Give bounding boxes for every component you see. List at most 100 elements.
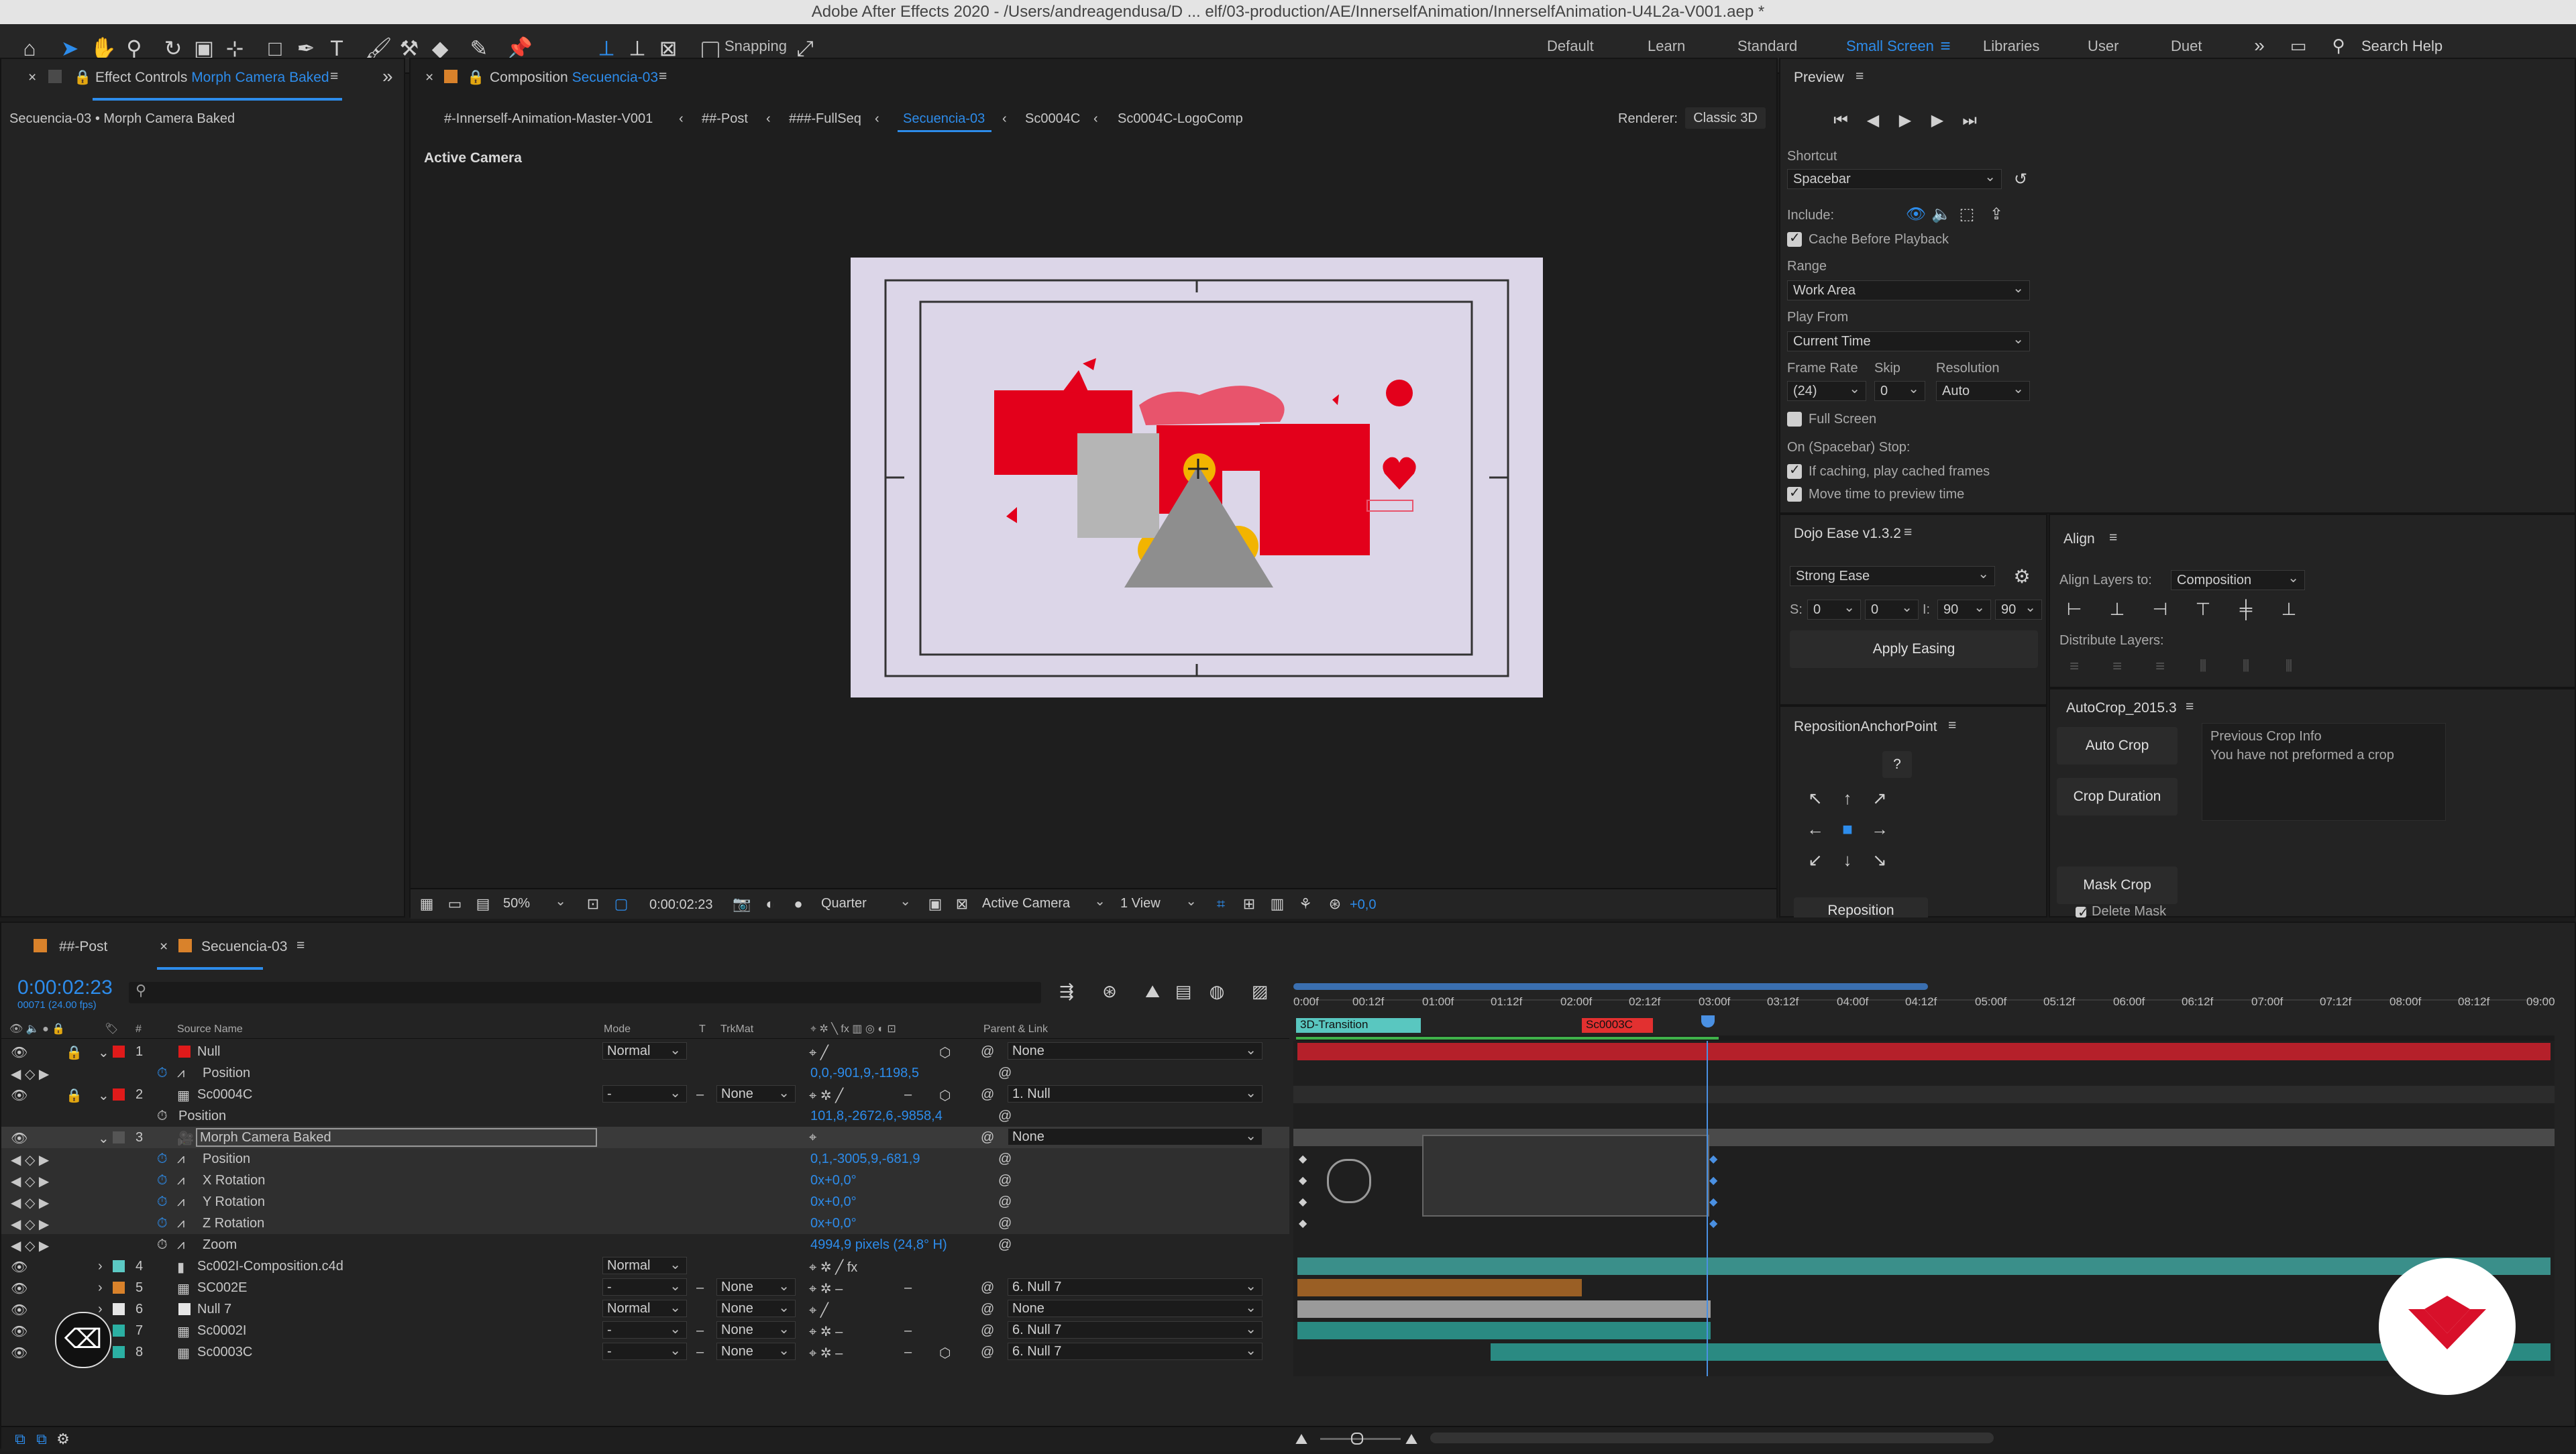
align-to-dropdown[interactable]: Composition xyxy=(2171,569,2305,590)
last-frame-icon[interactable]: ⏭ xyxy=(1955,106,1984,135)
snapshot-icon[interactable]: 📷 xyxy=(727,889,757,919)
transparency-grid-icon[interactable]: ▣ xyxy=(920,889,950,919)
vr-toggle-icon[interactable]: ▭ xyxy=(440,889,470,919)
layer-row[interactable]: 👁 › 4 ▮ Sc002I-Composition.c4d Normal ⌖ … xyxy=(1,1255,1289,1277)
mask-visibility-icon[interactable]: ▤ xyxy=(468,889,498,919)
magnification-dropdown[interactable]: 50% xyxy=(498,893,572,914)
shortcut-dropdown[interactable]: Spacebar xyxy=(1787,168,2002,189)
channel-icon[interactable]: ● xyxy=(784,889,813,919)
layer-switches-icon[interactable]: ⌖ ✲ – xyxy=(809,1280,843,1297)
breadcrumb-item[interactable]: #-Innerself-Animation-Master-V001 xyxy=(444,111,653,127)
breadcrumb-item[interactable]: ###-FullSeq xyxy=(789,111,861,127)
layer-row[interactable]: 👁 🔒 ⌄ 2 ▦ Sc0004C - – None ⌖ ✲ ╱ – ⬡ @ 1… xyxy=(1,1084,1289,1105)
anchor-left-icon[interactable]: ← xyxy=(1801,814,1830,844)
full-screen-checkbox[interactable] xyxy=(1787,412,1802,427)
parent-dropdown[interactable]: None xyxy=(1008,1299,1263,1317)
distribute-left-icon[interactable]: ⦀ xyxy=(2188,652,2218,681)
layer-name[interactable]: Null xyxy=(197,1044,220,1060)
apply-easing-button[interactable]: Apply Easing xyxy=(1790,630,2038,668)
property-row[interactable]: ◀ ◇ ▶ ⏱ ⩘ Zoom 4994,9 pixels (24,8° H) @ xyxy=(1,1234,1289,1255)
pick-whip-icon[interactable]: @ xyxy=(981,1044,994,1060)
shy-layers-icon[interactable]: ⛰ xyxy=(1138,976,1167,1006)
expand-arrow-icon[interactable]: › xyxy=(98,1302,103,1317)
distribute-top-icon[interactable]: ≡ xyxy=(2059,652,2089,681)
t-header[interactable]: T xyxy=(699,1023,706,1036)
visibility-eye-icon[interactable]: 👁 xyxy=(11,1280,28,1297)
resolution-dropdown[interactable]: Auto xyxy=(1936,380,2030,401)
s-value-1-input[interactable]: 0 xyxy=(1807,599,1861,620)
frame-blending-icon[interactable]: ▤ xyxy=(1169,976,1198,1006)
keyframe-nav-icon[interactable]: ◀ ◇ ▶ xyxy=(11,1173,49,1190)
preserve-transparency-icon[interactable]: – xyxy=(696,1345,704,1360)
workspace-default[interactable]: Default xyxy=(1547,38,1594,55)
show-snapshot-icon[interactable]: ◐ xyxy=(755,889,785,919)
anchor-top-right-icon[interactable]: ↗ xyxy=(1865,783,1894,813)
mode-header[interactable]: Mode xyxy=(604,1023,631,1036)
av-switches-icon[interactable]: 👁 🔈 ● 🔒 xyxy=(9,1022,65,1036)
layer-row[interactable]: 👁 🔒 ⌄ 1 Null Normal ⌖ ╱ ⬡ @ None xyxy=(1,1041,1289,1062)
expression-pick-whip-icon[interactable]: @ xyxy=(998,1066,1012,1081)
renderer-button[interactable]: Classic 3D xyxy=(1685,107,1766,129)
composition-tab[interactable]: Composition Secuencia-03 xyxy=(490,70,658,86)
stopwatch-icon[interactable]: ⏱ xyxy=(157,1216,168,1231)
layer-switches-icon[interactable]: ⌖ ✲ ╱ xyxy=(809,1087,843,1104)
mode-dropdown[interactable]: - xyxy=(602,1084,687,1103)
layer-bar-null7[interactable] xyxy=(1297,1300,1711,1318)
breadcrumb-item[interactable]: Sc0004C xyxy=(1025,111,1080,127)
layer-name[interactable]: Null 7 xyxy=(197,1302,231,1317)
timeline-close-icon[interactable]: × xyxy=(160,939,168,955)
layer-bar-null[interactable] xyxy=(1297,1043,2551,1060)
comp-mini-flowchart-icon[interactable]: ⇶ xyxy=(1052,976,1081,1006)
stopwatch-icon[interactable]: ⏱ xyxy=(157,1173,168,1188)
property-value[interactable]: 101,8,-2672,6,-9858,4 xyxy=(810,1109,943,1124)
flowchart-icon[interactable]: ⚘ xyxy=(1291,889,1320,919)
expression-pick-whip-icon[interactable]: @ xyxy=(998,1216,1012,1231)
visibility-eye-icon[interactable]: 👁 xyxy=(11,1345,28,1361)
label-color-chip[interactable] xyxy=(113,1346,125,1358)
workspace-small-screen[interactable]: Small Screen xyxy=(1846,38,1934,55)
if-caching-checkbox[interactable] xyxy=(1787,461,1802,479)
mode-dropdown[interactable]: Normal xyxy=(602,1256,687,1274)
visibility-eye-icon[interactable]: 👁 xyxy=(11,1323,28,1340)
parent-dropdown[interactable]: 1. Null xyxy=(1008,1084,1263,1103)
graph-icon[interactable]: ⩘ xyxy=(177,1173,184,1188)
anchor-bottom-icon[interactable]: ↓ xyxy=(1833,845,1862,875)
delete-mask-checkbox[interactable] xyxy=(2076,904,2089,921)
lock-icon[interactable]: 🔒 xyxy=(74,70,91,86)
fit-icon[interactable]: ⊡ xyxy=(578,889,608,919)
mask-crop-button[interactable]: Mask Crop xyxy=(2057,866,2178,904)
panel-menu-icon[interactable]: ≡ xyxy=(1948,718,1956,734)
expand-arrow-icon[interactable]: › xyxy=(98,1259,103,1274)
layer-switches-icon[interactable]: ⌖ ╱ xyxy=(809,1302,828,1319)
breadcrumb-item[interactable]: ##-Post xyxy=(702,111,748,127)
expand-arrow-icon[interactable]: ⌄ xyxy=(98,1087,109,1104)
distribute-right-icon[interactable]: ⦀ xyxy=(2274,652,2304,681)
s-value-2-input[interactable]: 0 xyxy=(1865,599,1919,620)
stopwatch-icon[interactable]: ⏱ xyxy=(157,1237,168,1253)
align-bottom-icon[interactable]: ⊥ xyxy=(2274,594,2304,624)
playhead-line[interactable] xyxy=(1707,1041,1708,1376)
panel-menu-icon[interactable]: ≡ xyxy=(1904,524,1912,541)
layer-switches-icon[interactable]: ⌖ ✲ ╱ fx xyxy=(809,1259,857,1276)
align-horizontal-center-icon[interactable]: ⊥ xyxy=(2102,594,2132,624)
layer-row[interactable]: 👁 › 6 Null 7 Normal None ⌖ ╱ @ None xyxy=(1,1298,1289,1320)
layer-row-selected[interactable]: 👁 ⌄ 3 🎥 Morph Camera Baked ⌖ @ None xyxy=(1,1127,1289,1148)
marker-sc0003c[interactable]: Sc0003C xyxy=(1582,1018,1653,1033)
composition-viewer[interactable] xyxy=(851,258,1543,697)
sync-settings-icon[interactable]: ▭ xyxy=(2285,32,2312,59)
label-color-chip[interactable] xyxy=(113,1303,125,1315)
workspace-libraries[interactable]: Libraries xyxy=(1983,38,2039,55)
trkmat-dropdown[interactable]: None xyxy=(716,1299,796,1317)
visibility-eye-icon[interactable]: 👁 xyxy=(11,1259,28,1276)
keyframe-selection-box[interactable] xyxy=(1422,1135,1709,1217)
anchor-bottom-right-icon[interactable]: ↘ xyxy=(1865,845,1894,875)
pick-whip-icon[interactable]: @ xyxy=(981,1345,994,1360)
resolution-dropdown[interactable]: Quarter xyxy=(816,893,916,914)
trkmat-dropdown[interactable]: None xyxy=(716,1278,796,1296)
graph-icon[interactable]: ⩘ xyxy=(177,1216,184,1231)
layer-name[interactable]: Sc0004C xyxy=(197,1087,252,1103)
keyframe-icon[interactable]: ◆ xyxy=(1299,1195,1307,1209)
property-row[interactable]: ◀ ◇ ▶ ⏱ ⩘ Position 0,0,-901,9,-1198,5 @ xyxy=(1,1062,1289,1084)
3d-layer-icon[interactable]: ⬡ xyxy=(939,1044,951,1061)
layer-bar-sc002e[interactable] xyxy=(1297,1279,1582,1296)
